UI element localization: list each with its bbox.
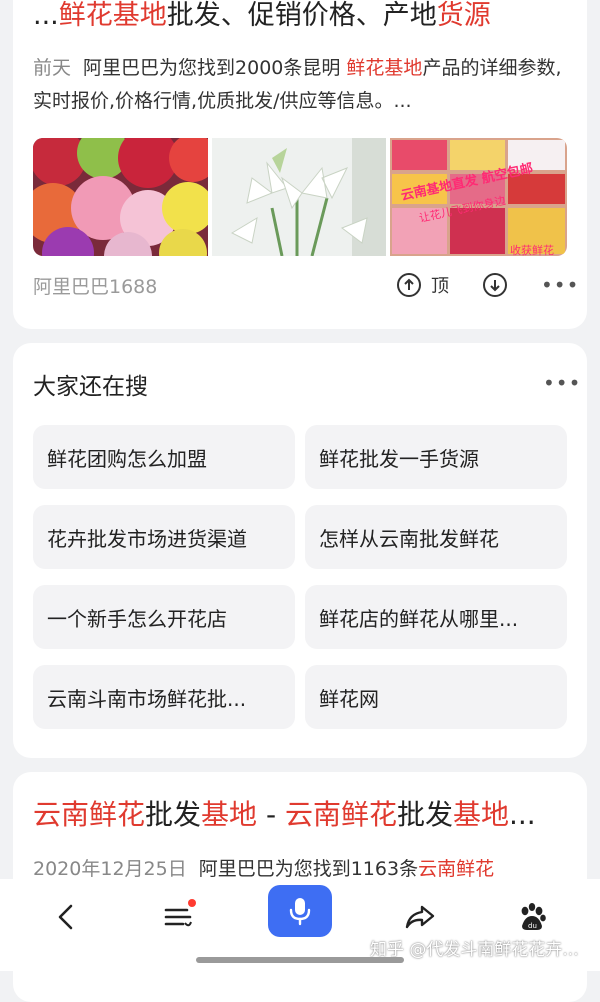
result-time: 2020年12月25日 bbox=[33, 858, 187, 880]
title-part: ... bbox=[33, 0, 59, 31]
related-searches-card: 大家还在搜 ••• 鲜花团购怎么加盟 鲜花批发一手货源 花卉批发市场进货渠道 怎… bbox=[13, 343, 587, 758]
related-chip[interactable]: 一个新手怎么开花店 bbox=[33, 585, 295, 649]
result-image-strip[interactable]: 云南基地直发 航空包邮 让花儿飞到你身边 收获鲜花 bbox=[33, 138, 567, 256]
title-part-highlight: 基地 bbox=[452, 798, 509, 831]
related-title: 大家还在搜 bbox=[33, 374, 148, 400]
title-part: ... bbox=[509, 798, 536, 831]
result-title[interactable]: 云南鲜花批发基地 - 云南鲜花批发基地... bbox=[33, 796, 573, 834]
title-part-highlight: 云南鲜花 bbox=[33, 798, 146, 831]
more-dots-icon: ••• bbox=[543, 371, 582, 395]
home-indicator[interactable] bbox=[196, 957, 404, 963]
downvote-button[interactable] bbox=[483, 270, 507, 300]
back-icon[interactable] bbox=[46, 897, 86, 937]
arrow-up-circle-icon bbox=[397, 273, 421, 297]
result-source[interactable]: 阿里巴巴1688 bbox=[33, 272, 157, 299]
related-chip[interactable]: 鲜花网 bbox=[305, 665, 567, 729]
related-chip[interactable]: 鲜花店的鲜花从哪里... bbox=[305, 585, 567, 649]
related-chip[interactable]: 花卉批发市场进货渠道 bbox=[33, 505, 295, 569]
title-part-highlight: 货源 bbox=[436, 0, 491, 31]
voice-search-button[interactable] bbox=[268, 885, 332, 937]
menu-icon[interactable] bbox=[158, 897, 198, 937]
title-part: 批发、促销价格、产地 bbox=[166, 0, 437, 31]
overlay-text-3: 收获鲜花 bbox=[510, 243, 554, 256]
share-icon[interactable] bbox=[400, 897, 440, 937]
flower-market-image[interactable]: 云南基地直发 航空包邮 让花儿飞到你身边 收获鲜花 bbox=[390, 138, 567, 256]
result-card-alibaba[interactable]: ...鲜花基地批发、促销价格、产地货源 前天 阿里巴巴为您找到2000条昆明 鲜花… bbox=[13, 0, 587, 329]
title-part-highlight: 基地 bbox=[201, 798, 258, 831]
result-title[interactable]: ...鲜花基地批发、促销价格、产地货源 bbox=[33, 0, 573, 34]
snippet-text: 阿里巴巴为您找到2000条昆明 bbox=[83, 57, 347, 79]
snippet-highlight: 鲜花基地 bbox=[346, 57, 423, 79]
title-part-highlight: 鲜花基地 bbox=[58, 0, 167, 31]
bottom-nav-bar: du 知乎 @代发斗南鲜花花卉... bbox=[0, 879, 600, 971]
related-chip[interactable]: 怎样从云南批发鲜花 bbox=[305, 505, 567, 569]
related-chip[interactable]: 云南斗南市场鲜花批... bbox=[33, 665, 295, 729]
lily-image[interactable] bbox=[212, 138, 386, 256]
title-part-highlight: 云南鲜花 bbox=[284, 798, 397, 831]
more-dots-icon: ••• bbox=[541, 273, 580, 297]
carnation-image[interactable] bbox=[33, 138, 208, 256]
baidu-paw-icon[interactable]: du bbox=[512, 897, 552, 937]
result-snippet: 前天 阿里巴巴为您找到2000条昆明 鲜花基地产品的详细参数,实时报价,价格行情,… bbox=[33, 52, 573, 118]
related-chip[interactable]: 鲜花团购怎么加盟 bbox=[33, 425, 295, 489]
title-part: - bbox=[257, 798, 285, 831]
arrow-down-circle-icon bbox=[483, 273, 507, 297]
title-part: 批发 bbox=[145, 798, 202, 831]
title-part: 批发 bbox=[396, 798, 453, 831]
result-time: 前天 bbox=[33, 57, 72, 79]
related-chip[interactable]: 鲜花批发一手货源 bbox=[305, 425, 567, 489]
upvote-button[interactable]: 顶 bbox=[397, 270, 449, 300]
related-more-button[interactable]: ••• bbox=[543, 373, 581, 394]
more-options-button[interactable]: ••• bbox=[541, 270, 579, 300]
snippet-text: 阿里巴巴为您找到1163条 bbox=[198, 858, 419, 880]
snippet-highlight: 云南鲜花 bbox=[418, 858, 495, 880]
mic-icon bbox=[289, 898, 311, 926]
upvote-label: 顶 bbox=[431, 276, 449, 297]
notification-dot bbox=[188, 899, 196, 907]
svg-text:du: du bbox=[528, 922, 537, 930]
